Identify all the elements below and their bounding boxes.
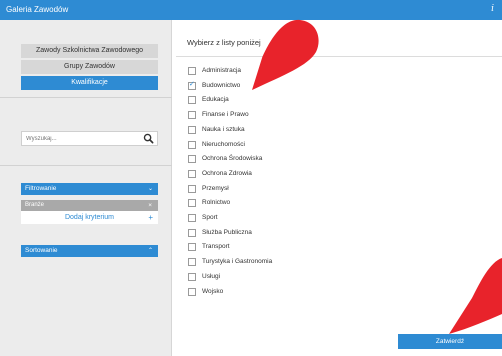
category-vocational-professions-button[interactable]: Zawody Szkolnictwa Zawodowego (21, 44, 158, 58)
option-checkbox[interactable] (188, 155, 196, 164)
option-label: Sport (202, 214, 218, 221)
category-profession-groups-button[interactable]: Grupy Zawodów (21, 60, 158, 74)
sidebar-divider (0, 165, 172, 166)
add-criterion-label: Dodaj kryterium (64, 214, 114, 221)
option-label: Turystyka i Gastronomia (202, 258, 273, 266)
filter-criterion-label: Branże (25, 202, 45, 208)
checkmark-icon: ✓ (189, 80, 195, 88)
sort-panel-title: Sortowanie (25, 247, 58, 254)
option-label: Usługi (202, 272, 221, 280)
chevron-up-icon: ⌃ (147, 248, 153, 254)
option-label: Transport (202, 243, 230, 251)
option-label: Edukacja (202, 96, 229, 104)
option-checkbox[interactable] (188, 125, 196, 134)
sort-panel-header[interactable]: Sortowanie ⌃ (21, 245, 158, 257)
option-label: Nieruchomości (202, 140, 245, 148)
sidebar: Zawody Szkolnictwa Zawodowego Grupy Zawo… (0, 20, 172, 356)
category-qualifications-button[interactable]: Kwalifikacje (21, 76, 158, 90)
option-checkbox[interactable] (188, 111, 196, 120)
option-checkbox[interactable] (188, 169, 196, 178)
option-checkbox[interactable] (188, 272, 196, 281)
option-checkbox[interactable] (188, 184, 196, 193)
filter-panel-title: Filtrowanie (25, 185, 57, 192)
option-checkbox[interactable] (188, 96, 196, 105)
chevron-down-icon: ⌄ (147, 186, 153, 192)
option-label: Administracja (202, 67, 242, 74)
option-label: Nauka i sztuka (202, 125, 245, 133)
option-checkbox[interactable] (188, 214, 196, 222)
option-checkbox[interactable] (188, 67, 196, 75)
info-icon[interactable]: i (491, 4, 494, 14)
option-checkbox[interactable] (188, 258, 196, 267)
option-checkbox[interactable]: ✓ (188, 80, 196, 90)
window-title: Galeria Zawodów (6, 5, 69, 14)
search-input[interactable] (22, 132, 137, 145)
option-checkbox[interactable] (188, 228, 196, 237)
option-checkbox[interactable] (188, 287, 196, 296)
option-label: Ochrona Zdrowia (202, 169, 252, 177)
option-checkbox[interactable] (188, 243, 196, 252)
option-label: Przemysł (202, 184, 229, 192)
title-bar: Galeria Zawodów i (0, 0, 502, 20)
filter-criterion-row: Branże × (21, 200, 158, 211)
list-heading: Wybierz z listy poniżej (187, 38, 261, 47)
search-icon[interactable] (143, 133, 154, 144)
search-box[interactable] (21, 131, 158, 146)
option-checkbox[interactable] (188, 199, 196, 208)
plus-icon: + (148, 213, 153, 222)
heading-divider (176, 56, 502, 57)
option-label: Służba Publiczna (202, 228, 252, 236)
option-label: Rolnictwo (202, 199, 231, 207)
option-label: Ochrona Środowiska (202, 155, 263, 163)
option-label: Budownictwo (202, 81, 241, 89)
filter-panel-header[interactable]: Filtrowanie ⌄ (21, 183, 158, 195)
option-label: Wojsko (202, 287, 224, 295)
main-panel: Wybierz z listy poniżej Administracja ✓ Bu… (172, 20, 502, 356)
submit-button[interactable]: Zatwierdź (398, 334, 502, 349)
sidebar-divider (0, 97, 172, 98)
remove-criterion-icon[interactable]: × (148, 200, 152, 211)
add-criterion-button[interactable]: Dodaj kryterium + (21, 211, 158, 224)
option-checkbox[interactable] (188, 140, 196, 149)
option-label: Finanse i Prawo (202, 111, 249, 119)
